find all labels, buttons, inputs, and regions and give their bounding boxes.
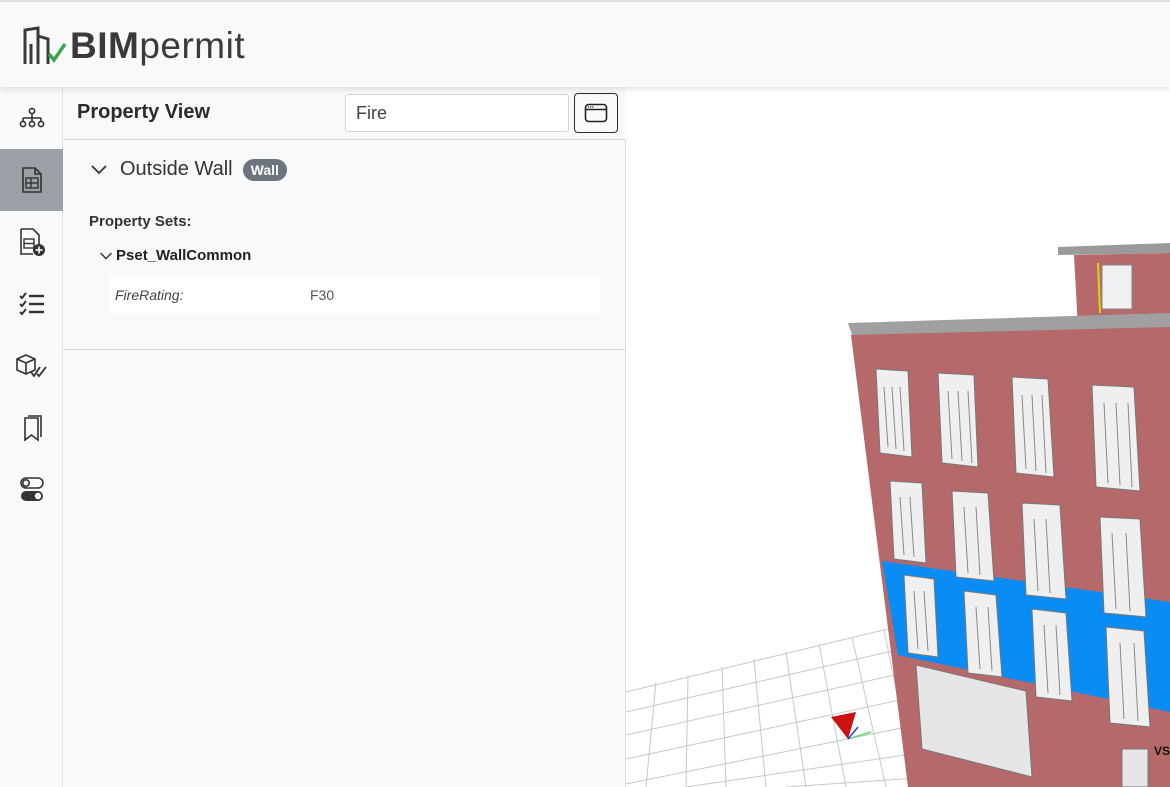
checklist-icon [18,292,44,316]
3d-model-viewer[interactable]: VS [626,87,1170,787]
chevron-down-icon[interactable] [90,164,108,176]
ground-grid [626,626,932,787]
sidebar [0,87,63,787]
app-logo[interactable]: BIMpermit [22,24,245,68]
top-bar: BIMpermit [0,0,1170,87]
panel-body: Outside Wall Wall Property Sets: Pset_Wa… [63,140,626,350]
window-icon [584,103,608,123]
property-key: FireRating: [115,287,184,303]
element-row[interactable]: Outside Wall Wall [90,158,287,181]
property-filter-input[interactable] [345,94,569,132]
property-set-name: Pset_WallCommon [116,247,252,264]
logo-wordmark: BIMpermit [70,25,246,66]
panel-title: Property View [77,101,211,123]
hierarchy-icon [19,107,44,128]
property-value: F30 [310,287,335,303]
detach-window-button[interactable] [574,93,618,133]
bookmarks-icon [23,415,42,442]
chevron-down-icon[interactable] [99,251,113,261]
element-type-badge: Wall [242,158,287,181]
building-3d-model[interactable]: VS [626,87,1170,787]
add-document-icon [19,228,45,256]
facade-sign: VS [1154,744,1170,758]
sidebar-item-bookmarks[interactable] [0,397,63,459]
properties-document-icon [21,167,42,193]
model-check-icon [15,354,47,378]
property-row: FireRating: F30 [109,277,600,313]
sidebar-item-settings[interactable] [0,459,63,521]
sidebar-item-properties[interactable] [0,149,63,211]
sidebar-item-checklist[interactable] [0,273,63,335]
element-name: Outside Wall [120,158,233,180]
toggles-icon [19,477,44,501]
property-view-panel: Property View Outside Wall Wall Property… [63,87,626,787]
sidebar-item-model-check[interactable] [0,335,63,397]
sidebar-item-add-document[interactable] [0,211,63,273]
property-set-row[interactable]: Pset_WallCommon [99,247,251,264]
property-sets-label: Property Sets: [89,213,192,230]
sidebar-item-hierarchy[interactable] [0,87,63,149]
panel-header: Property View [63,87,626,140]
building-check-logo-icon [23,26,67,64]
